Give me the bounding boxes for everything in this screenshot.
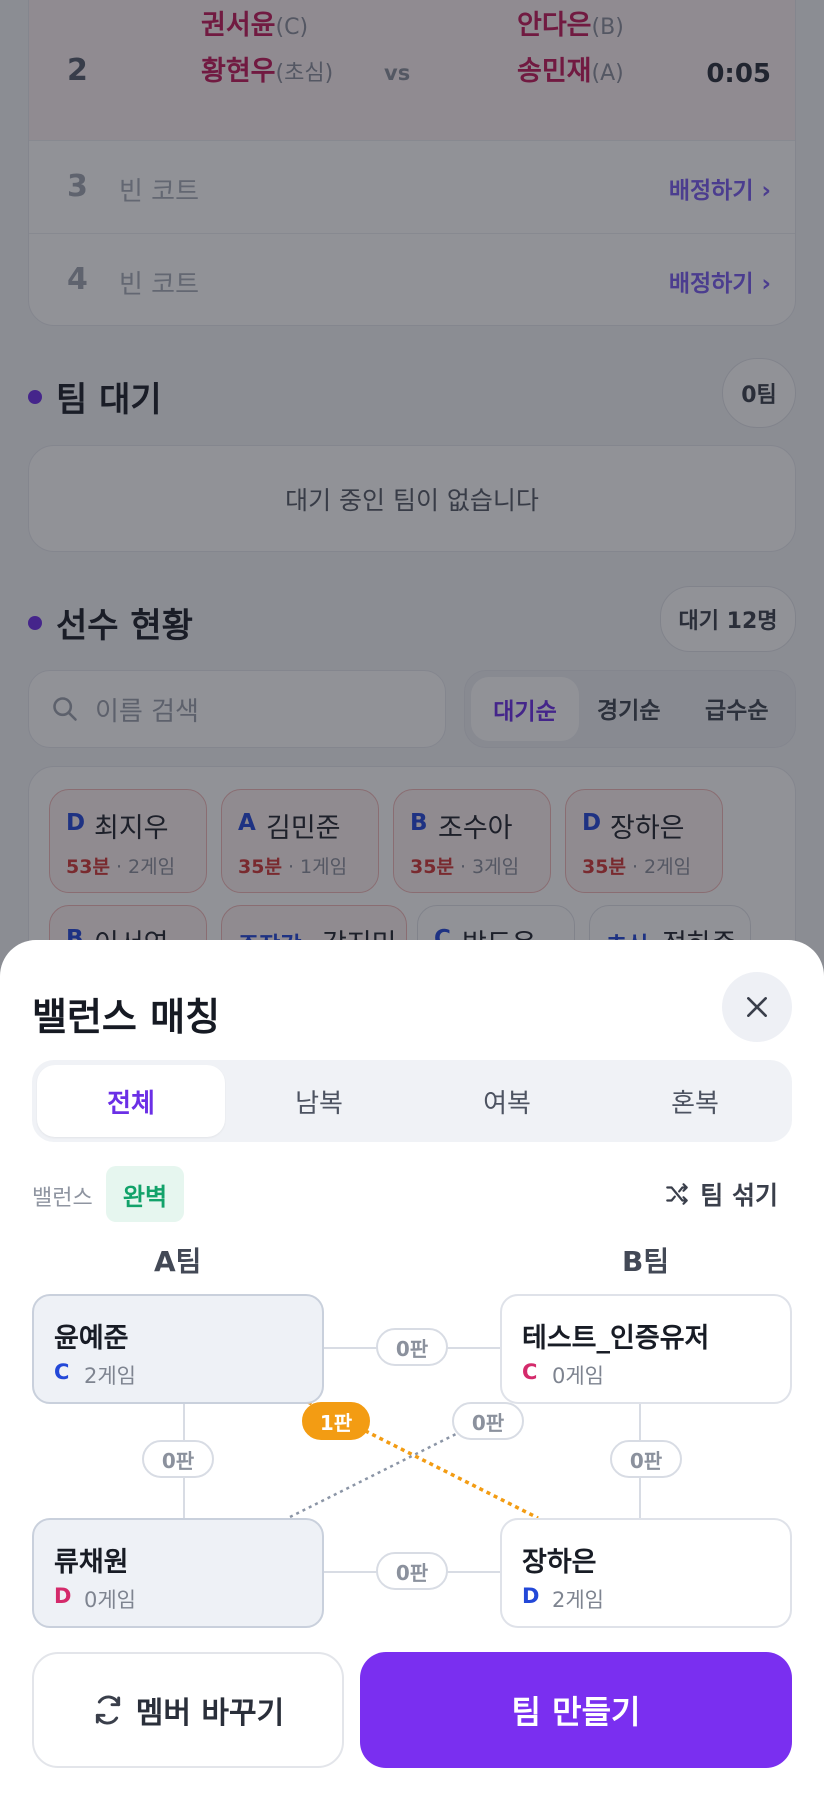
game-count: 2게임 bbox=[84, 1364, 137, 1388]
games-together-label: 0판 bbox=[376, 1328, 448, 1366]
swap-members-button[interactable]: 멤버 바꾸기 bbox=[32, 1652, 344, 1768]
make-team-button[interactable]: 팀 만들기 bbox=[360, 1652, 792, 1768]
level-badge: C bbox=[54, 1360, 70, 1384]
game-count: 0게임 bbox=[84, 1588, 137, 1612]
player-name: 장하은 bbox=[522, 1547, 597, 1578]
balance-matching-sheet: 밸런스 매칭 전체 남복 여복 혼복 밸런스 완벽 팀 섞기 A팀 B팀 윤예준… bbox=[0, 940, 824, 1800]
player-card[interactable]: 테스트_인증유저 C 0게임 bbox=[500, 1294, 792, 1404]
level-badge: C bbox=[522, 1360, 538, 1384]
player-card[interactable]: 장하은 D 2게임 bbox=[500, 1518, 792, 1628]
player-card[interactable]: 윤예준 C 2게임 bbox=[32, 1294, 324, 1404]
game-count: 0게임 bbox=[552, 1364, 605, 1388]
games-together-label: 0판 bbox=[610, 1440, 682, 1478]
player-name: 류채원 bbox=[54, 1547, 129, 1578]
player-card[interactable]: 류채원 D 0게임 bbox=[32, 1518, 324, 1628]
level-badge: D bbox=[54, 1584, 72, 1608]
level-badge: D bbox=[522, 1584, 540, 1608]
player-name: 윤예준 bbox=[54, 1323, 129, 1354]
refresh-icon bbox=[95, 1695, 120, 1725]
game-count: 2게임 bbox=[552, 1588, 605, 1612]
games-together-label: 0판 bbox=[376, 1552, 448, 1590]
player-name: 테스트_인증유저 bbox=[522, 1323, 710, 1354]
swap-members-label: 멤버 바꾸기 bbox=[135, 1696, 285, 1731]
games-together-label: 1판 bbox=[302, 1402, 370, 1440]
games-together-label: 0판 bbox=[142, 1440, 214, 1478]
games-together-label: 0판 bbox=[452, 1402, 524, 1440]
